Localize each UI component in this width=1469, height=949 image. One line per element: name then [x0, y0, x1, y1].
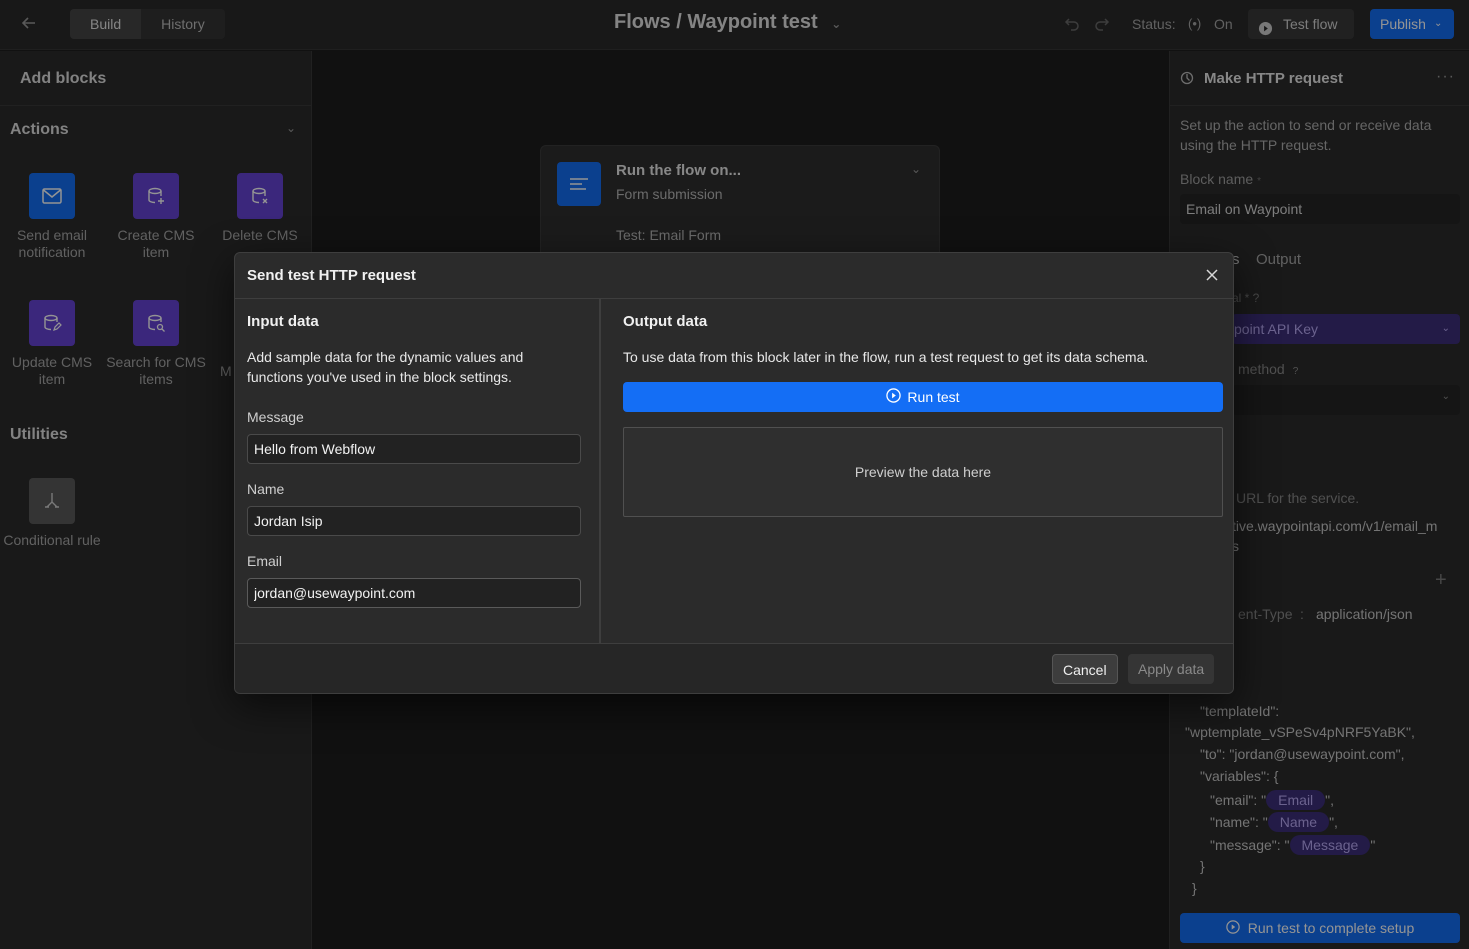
input-data-section: Input data Add sample data for the dynam…	[235, 299, 601, 643]
test-http-request-dialog: Send test HTTP request Input data Add sa…	[234, 252, 1234, 694]
dialog-footer: Cancel Apply data	[235, 643, 1233, 693]
output-data-section: Output data To use data from this block …	[603, 299, 1233, 643]
run-test-button[interactable]: Run test	[623, 382, 1223, 412]
email-field[interactable]	[247, 578, 581, 608]
preview-area: Preview the data here	[623, 427, 1223, 517]
apply-data-button[interactable]: Apply data	[1128, 654, 1215, 684]
name-field[interactable]	[247, 506, 581, 536]
cancel-button[interactable]: Cancel	[1052, 654, 1118, 684]
name-label: Name	[247, 481, 285, 497]
preview-placeholder: Preview the data here	[854, 464, 992, 480]
play-circle-icon	[886, 388, 902, 406]
output-data-description: To use data from this block later in the…	[623, 349, 1149, 365]
close-icon[interactable]	[1205, 268, 1219, 287]
message-field[interactable]	[247, 434, 581, 464]
input-data-title: Input data	[247, 313, 319, 330]
dialog-title: Send test HTTP request	[247, 267, 416, 284]
message-label: Message	[247, 409, 304, 425]
dialog-header: Send test HTTP request	[235, 253, 1233, 299]
output-data-title: Output data	[623, 313, 708, 330]
email-label: Email	[247, 553, 283, 569]
input-data-description: Add sample data for the dynamic values a…	[247, 349, 524, 385]
